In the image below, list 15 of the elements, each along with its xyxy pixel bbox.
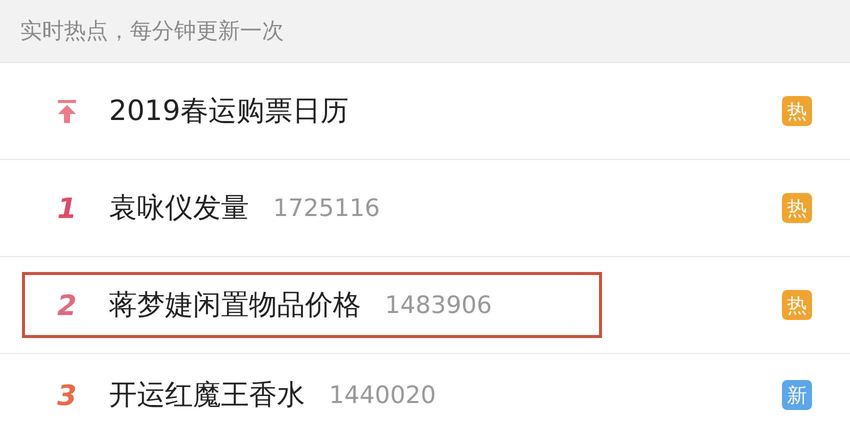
rank-number: 1 bbox=[57, 192, 77, 224]
hot-badge: 热 bbox=[782, 96, 812, 126]
header-text: 实时热点，每分钟更新一次 bbox=[20, 18, 284, 46]
hot-badge: 热 bbox=[782, 290, 812, 320]
hot-badge: 新 bbox=[782, 380, 812, 410]
topic-link[interactable]: 开运红魔王香水 bbox=[109, 376, 305, 414]
topic-link[interactable]: 2019春运购票日历 bbox=[109, 92, 348, 130]
search-count: 1725116 bbox=[273, 194, 380, 222]
topic-link[interactable]: 袁咏仪发量 bbox=[109, 189, 249, 227]
rank-number: 3 bbox=[57, 378, 77, 412]
search-count: 1483906 bbox=[385, 291, 492, 319]
rank-number: 2 bbox=[57, 288, 77, 322]
search-count: 1440020 bbox=[329, 381, 436, 409]
topic-link[interactable]: 蒋梦婕闲置物品价格 bbox=[109, 286, 361, 324]
hot-badge: 热 bbox=[782, 193, 812, 223]
